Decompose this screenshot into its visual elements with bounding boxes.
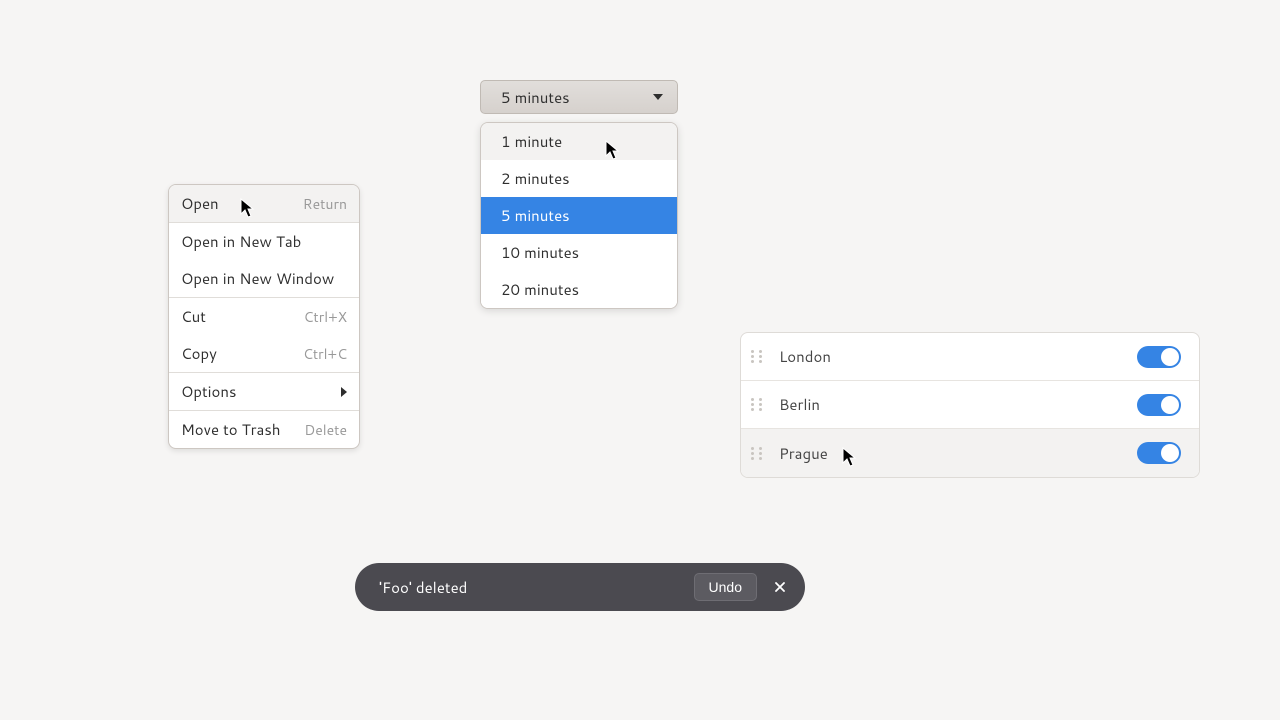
list-row-london[interactable]: London [741, 333, 1199, 381]
dropdown-option-label: 2 minutes [501, 168, 570, 189]
dropdown-option-label: 1 minute [501, 131, 562, 152]
list-row-label: London [779, 346, 1137, 367]
menu-item-accel: Ctrl+C [303, 344, 347, 364]
menu-item-label: Options [181, 381, 236, 402]
drag-handle-icon[interactable] [751, 398, 765, 411]
duration-dropdown[interactable]: 5 minutes [480, 80, 678, 114]
drag-handle-icon[interactable] [751, 447, 765, 460]
dropdown-option-label: 20 minutes [501, 279, 579, 300]
list-row-berlin[interactable]: Berlin [741, 381, 1199, 429]
chevron-down-icon [653, 94, 663, 100]
menu-item-label: Copy [181, 343, 217, 364]
drag-handle-icon[interactable] [751, 350, 765, 363]
dropdown-option-label: 5 minutes [501, 205, 570, 226]
menu-item-open[interactable]: Open Return [169, 185, 359, 222]
toggle-switch[interactable] [1137, 442, 1181, 464]
toggle-knob [1161, 444, 1179, 462]
undo-button[interactable]: Undo [694, 573, 757, 601]
menu-item-label: Move to Trash [181, 419, 281, 440]
menu-item-label: Open in New Tab [181, 231, 301, 252]
menu-item-cut[interactable]: Cut Ctrl+X [169, 298, 359, 335]
menu-item-label: Cut [181, 306, 206, 327]
menu-item-accel: Ctrl+X [304, 307, 347, 327]
menu-item-open-new-window[interactable]: Open in New Window [169, 260, 359, 297]
dropdown-option-10min[interactable]: 10 minutes [481, 234, 677, 271]
menu-item-label: Open in New Window [181, 268, 334, 289]
context-menu: Open Return Open in New Tab Open in New … [168, 184, 360, 449]
menu-item-label: Open [181, 193, 219, 214]
undo-toast: 'Foo' deleted Undo [355, 563, 805, 611]
toggle-knob [1161, 348, 1179, 366]
list-row-label: Berlin [779, 394, 1137, 415]
menu-item-open-new-tab[interactable]: Open in New Tab [169, 223, 359, 260]
menu-item-accel: Return [303, 194, 347, 214]
list-row-label: Prague [779, 443, 1137, 464]
menu-item-accel: Delete [304, 420, 347, 440]
menu-item-move-to-trash[interactable]: Move to Trash Delete [169, 411, 359, 448]
menu-item-copy[interactable]: Copy Ctrl+C [169, 335, 359, 372]
dropdown-option-20min[interactable]: 20 minutes [481, 271, 677, 308]
duration-dropdown-list: 1 minute 2 minutes 5 minutes 10 minutes … [480, 122, 678, 309]
chevron-right-icon [341, 387, 347, 397]
menu-item-options[interactable]: Options [169, 373, 359, 410]
toggle-switch[interactable] [1137, 346, 1181, 368]
dropdown-option-2min[interactable]: 2 minutes [481, 160, 677, 197]
dropdown-option-label: 10 minutes [501, 242, 579, 263]
dropdown-option-1min[interactable]: 1 minute [481, 123, 677, 160]
cities-list: London Berlin Prague [740, 332, 1200, 478]
dropdown-option-5min[interactable]: 5 minutes [481, 197, 677, 234]
toggle-switch[interactable] [1137, 394, 1181, 416]
list-row-prague[interactable]: Prague [741, 429, 1199, 477]
dropdown-selected-label: 5 minutes [501, 87, 570, 108]
toast-message: 'Foo' deleted [379, 577, 694, 598]
toggle-knob [1161, 396, 1179, 414]
close-icon[interactable] [769, 576, 791, 598]
